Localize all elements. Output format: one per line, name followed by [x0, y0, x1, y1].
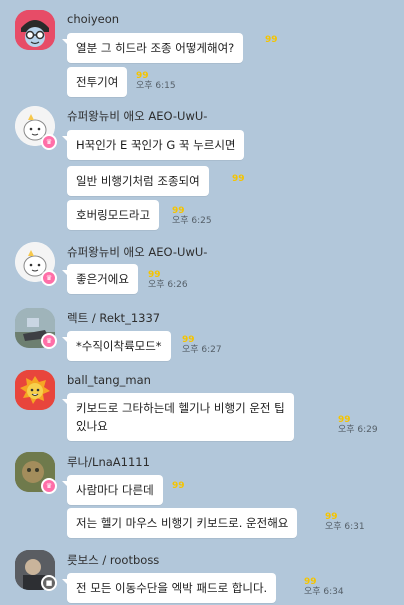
sender-name: 렉트 / Rekt_1337 — [67, 311, 161, 325]
unread-count: 99 — [148, 270, 161, 280]
sender-name: 릇보스 / rootboss — [67, 553, 160, 567]
message-meta: 99 — [265, 35, 278, 45]
message-bubble[interactable]: 일반 비행기처럼 조종되여 — [67, 166, 209, 196]
message-time: 오후 6:34 — [304, 587, 344, 597]
message-bubble[interactable]: 사람마다 다른데 — [62, 475, 163, 505]
crown-badge-icon: ♛ — [41, 270, 57, 286]
sender-name: 슈퍼왕뉴비 애오 AEO-UwU- — [67, 245, 208, 259]
unread-count: 99 — [325, 512, 338, 522]
message-time: 오후 6:26 — [148, 280, 188, 290]
sender-name: 슈퍼왕뉴비 애오 AEO-UwU- — [67, 109, 208, 123]
unread-count: 99 — [172, 206, 185, 216]
message-meta: 99 — [172, 481, 185, 491]
message-meta: 99 오후 6:27 — [182, 335, 222, 355]
message-bubble[interactable]: 호버링모드라고 — [67, 200, 160, 230]
crown-badge-icon: ♛ — [41, 134, 57, 150]
message-bubble[interactable]: *수직이착륙모드* — [62, 331, 171, 361]
message-bubble[interactable]: H꾹인가 E 꾹인가 G 꾹 누르시면 — [61, 130, 245, 160]
unread-count: 99 — [136, 71, 149, 81]
message-time: 오후 6:31 — [325, 522, 365, 532]
message-meta: 99 오후 6:31 — [325, 512, 365, 532]
message-time: 오후 6:27 — [182, 345, 222, 355]
message-bubble[interactable]: 열분 그 히드라 조종 어떻게해여? — [61, 33, 244, 63]
message-meta: 99 오후 6:34 — [304, 577, 344, 597]
message-bubble[interactable]: 전투기여 — [67, 67, 128, 97]
message-time: 오후 6:29 — [338, 425, 378, 435]
avatar[interactable] — [15, 370, 55, 410]
unread-count: 99 — [232, 174, 245, 184]
badge-icon: ■ — [41, 575, 57, 591]
unread-count: 99 — [265, 35, 278, 45]
crown-badge-icon: ♛ — [41, 478, 57, 494]
avatar[interactable] — [15, 10, 55, 50]
message-time: 오후 6:25 — [172, 216, 212, 226]
message-bubble[interactable]: 전 모든 이동수단을 엑박 패드로 합니다. — [61, 573, 277, 603]
message-meta: 99 오후 6:26 — [148, 270, 188, 290]
message-meta: 99 오후 6:29 — [338, 415, 378, 435]
crown-badge-icon: ♛ — [41, 333, 57, 349]
unread-count: 99 — [182, 335, 195, 345]
message-meta: 99 — [232, 174, 245, 184]
avatar-character-icon — [15, 10, 55, 50]
sender-name: 루나/LnaA1111 — [67, 455, 150, 469]
unread-count: 99 — [172, 481, 185, 491]
unread-count: 99 — [304, 577, 317, 587]
message-time: 오후 6:15 — [136, 81, 176, 91]
message-meta: 99 오후 6:25 — [172, 206, 212, 226]
sender-name: choiyeon — [67, 12, 120, 26]
sender-name: ball_tang_man — [67, 373, 151, 387]
message-meta: 99 오후 6:15 — [136, 71, 176, 91]
message-bubble[interactable]: 좋은거에요 — [62, 264, 138, 294]
message-bubble[interactable]: 저는 헬기 마우스 비행기 키보드로. 운전해요 — [67, 508, 298, 538]
message-bubble[interactable]: 키보드로 그타하는데 헬기나 비행기 운전 팁 있나요 — [62, 393, 294, 441]
unread-count: 99 — [338, 415, 351, 425]
avatar-character-icon — [15, 370, 55, 410]
